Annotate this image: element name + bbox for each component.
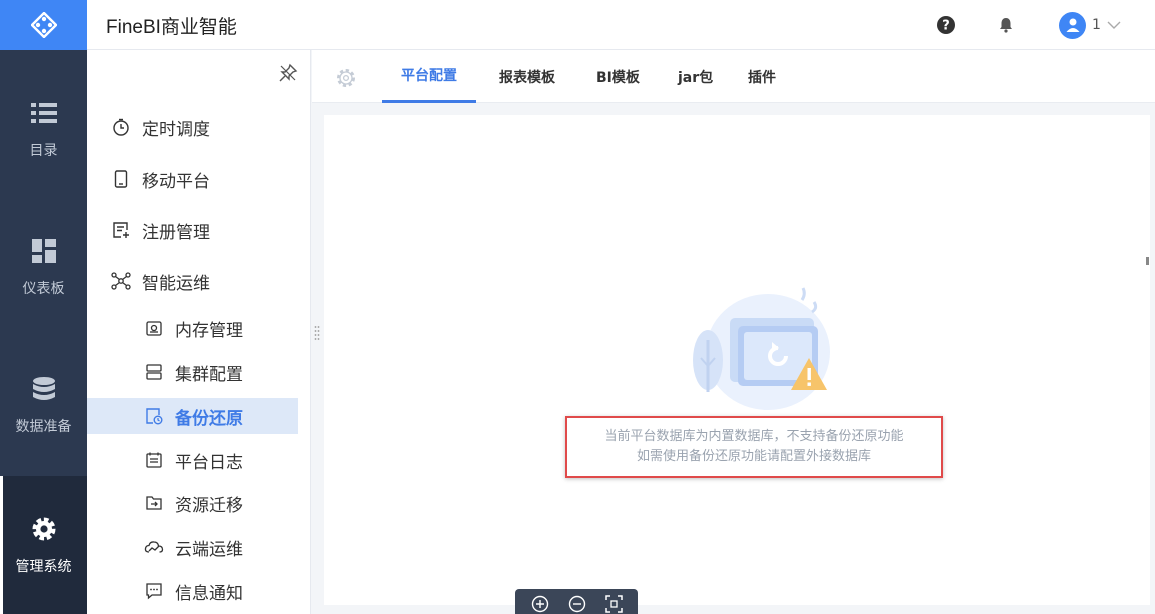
rail-item-dashboard[interactable]: 仪表板 (0, 198, 87, 336)
rail-item-catalog[interactable]: 目录 (0, 60, 87, 198)
migrate-icon (144, 493, 164, 513)
register-icon (111, 220, 131, 240)
zoom-out-icon[interactable] (566, 593, 588, 614)
sidebar-item-label: 内存管理 (175, 320, 243, 341)
mobile-icon (111, 169, 131, 189)
empty-state-line-1: 当前平台数据库为内置数据库，不支持备份还原功能 (604, 429, 904, 444)
sidebar-item-label: 备份还原 (175, 408, 243, 429)
settings-gear-icon[interactable] (335, 67, 357, 89)
rail-item-label: 管理系统 (15, 559, 72, 575)
pin-icon[interactable] (278, 63, 298, 83)
tab-plugins[interactable]: 插件 (748, 50, 776, 103)
window-edge-marker (1146, 257, 1149, 265)
sidebar-item-mobile[interactable]: 移动平台 (87, 161, 298, 197)
sidebar-item-label: 信息通知 (175, 583, 243, 604)
sidebar-item-schedule[interactable]: 定时调度 (87, 109, 298, 145)
rail-item-label: 目录 (29, 143, 58, 159)
main-nav-rail: 目录 仪表板 数据准备 管理系统 (0, 0, 87, 614)
sidebar-item-backup-restore[interactable]: 备份还原 (87, 398, 298, 434)
sidebar-item-notifications[interactable]: 信息通知 (87, 573, 298, 609)
sidebar-item-label: 定时调度 (142, 119, 210, 140)
empty-state-message: 当前平台数据库为内置数据库，不支持备份还原功能 如需使用备份还原功能请配置外接数… (565, 416, 943, 478)
finebi-logo-icon (30, 12, 57, 38)
admin-sidebar: 定时调度 移动平台 注册管理 智能运维 内存管理 集群配置 备份还原 平台日志 … (87, 50, 311, 614)
content-panel: 当前平台数据库为内置数据库，不支持备份还原功能 如需使用备份还原功能请配置外接数… (324, 115, 1150, 605)
network-icon (111, 271, 131, 291)
cloud-ops-icon (144, 537, 164, 557)
zoom-in-icon[interactable] (529, 593, 551, 614)
help-icon[interactable]: ? (936, 15, 956, 35)
user-avatar-icon (1059, 11, 1086, 39)
app-title: FineBI商业智能 (106, 17, 237, 38)
sidebar-item-label: 云端运维 (175, 539, 243, 560)
sidebar-item-intelligent-ops[interactable]: 智能运维 (87, 263, 298, 299)
rail-item-label: 数据准备 (15, 419, 72, 435)
sidebar-item-label: 注册管理 (142, 222, 210, 243)
backup-icon (144, 406, 164, 426)
zoom-toolbar (515, 589, 638, 614)
top-bar: FineBI商业智能 ? 1 (87, 0, 1155, 50)
rail-item-admin[interactable]: 管理系统 (0, 476, 87, 614)
list-icon (29, 98, 59, 128)
sidebar-item-cluster[interactable]: 集群配置 (87, 354, 298, 390)
rail-item-label: 仪表板 (22, 281, 65, 297)
sidebar-item-label: 智能运维 (142, 273, 210, 294)
sidebar-item-resource-migrate[interactable]: 资源迁移 (87, 485, 298, 521)
log-icon (144, 450, 164, 470)
sidebar-item-cloud-ops[interactable]: 云端运维 (87, 529, 298, 565)
tab-bar: 平台配置 报表模板 BI模板 jar包 插件 (312, 50, 1155, 103)
svg-text:?: ? (942, 19, 950, 34)
user-menu[interactable]: 1 (1059, 11, 1121, 39)
main-area: 平台配置 报表模板 BI模板 jar包 插件 当前平台数据库为内置数据库，不支持… (312, 50, 1155, 614)
tab-bi-templates[interactable]: BI模板 (596, 50, 640, 103)
gear-icon (29, 514, 59, 544)
empty-state-line-2: 如需使用备份还原功能请配置外接数据库 (636, 449, 871, 464)
timer-icon (111, 117, 131, 137)
tab-report-templates[interactable]: 报表模板 (499, 50, 555, 103)
rail-item-data-prep[interactable]: 数据准备 (0, 336, 87, 474)
sidebar-item-register[interactable]: 注册管理 (87, 212, 298, 248)
sidebar-item-label: 集群配置 (175, 364, 243, 385)
sidebar-item-platform-log[interactable]: 平台日志 (87, 442, 298, 478)
tab-platform-config[interactable]: 平台配置 (382, 50, 476, 103)
dashboard-icon (29, 236, 59, 266)
sidebar-item-label: 资源迁移 (175, 495, 243, 516)
tab-jar-packages[interactable]: jar包 (678, 50, 713, 103)
backup-unavailable-illustration-icon (668, 280, 838, 410)
chevron-down-icon (1107, 21, 1121, 29)
memory-icon (144, 318, 164, 338)
sidebar-item-label: 平台日志 (175, 452, 243, 473)
sidebar-item-label: 移动平台 (142, 171, 210, 192)
user-name: 1 (1092, 17, 1101, 33)
fit-screen-icon[interactable] (603, 593, 625, 614)
logo[interactable] (0, 0, 87, 50)
database-icon (29, 374, 59, 404)
cluster-icon (144, 362, 164, 382)
sidebar-item-memory[interactable]: 内存管理 (87, 310, 298, 346)
message-icon (144, 581, 164, 601)
bell-icon[interactable] (996, 15, 1016, 35)
